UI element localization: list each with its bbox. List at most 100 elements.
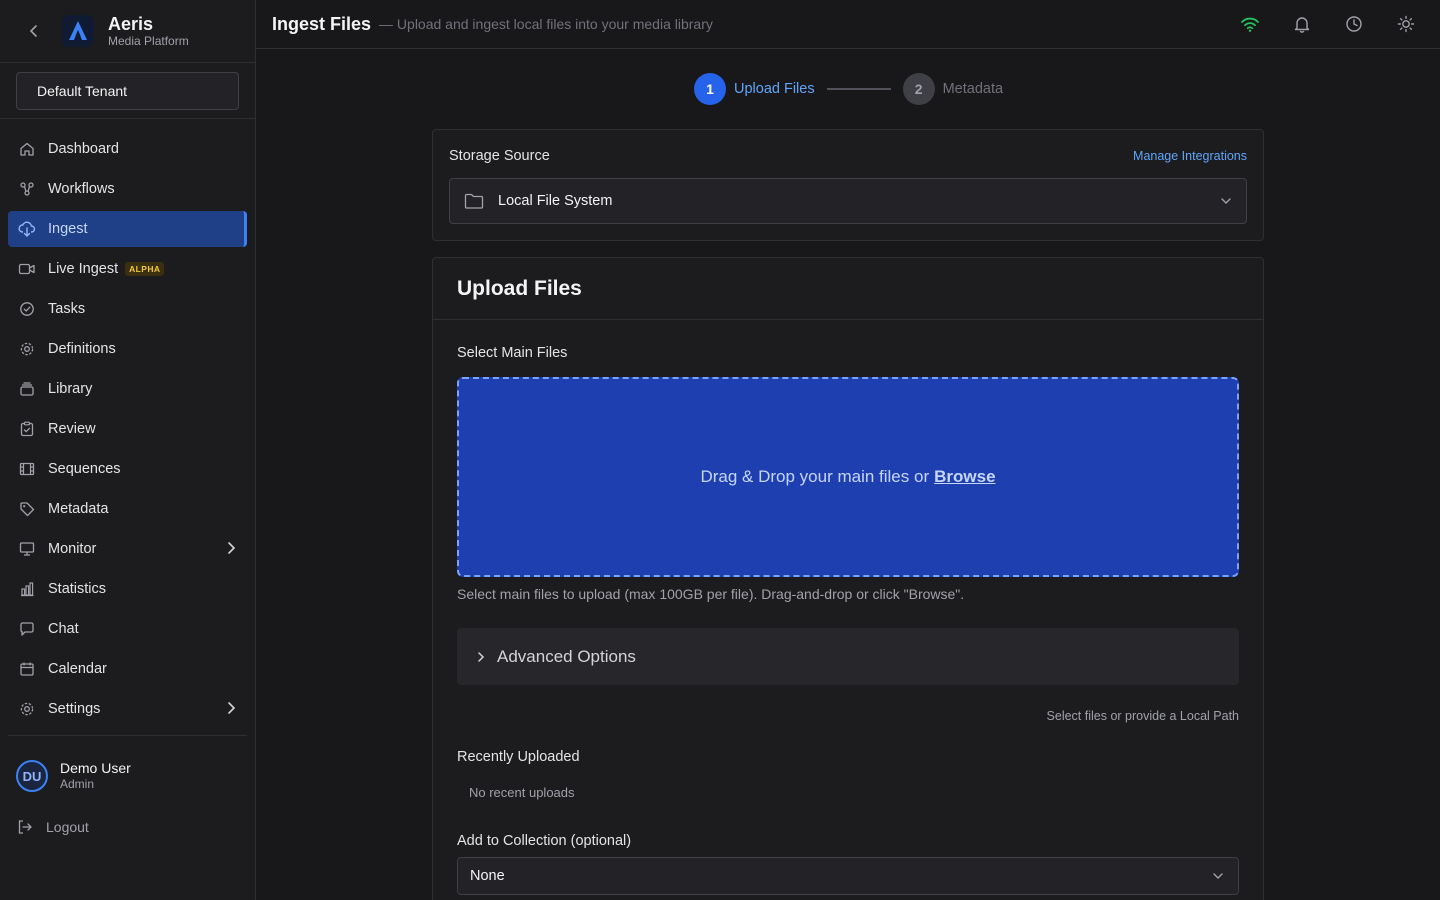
sidebar-item-chat[interactable]: Chat xyxy=(8,611,247,647)
sidebar-nav: Dashboard Workflows Ingest Live Ingest A… xyxy=(0,119,255,727)
sidebar-item-label: Tasks xyxy=(48,301,86,317)
sidebar-item-library[interactable]: Library xyxy=(8,371,247,407)
monitor-icon xyxy=(18,540,36,558)
chat-icon xyxy=(18,620,36,638)
sidebar-item-metadata[interactable]: Metadata xyxy=(8,491,247,527)
collection-label: Add to Collection (optional) xyxy=(457,833,632,849)
chevron-right-icon xyxy=(223,540,239,560)
dropzone-text: Drag & Drop your main files or xyxy=(700,467,930,486)
local-path-hint: Select files or provide a Local Path xyxy=(1046,709,1239,723)
no-recent-uploads: No recent uploads xyxy=(469,785,575,800)
sidebar-item-label: Chat xyxy=(48,621,79,637)
home-icon xyxy=(18,140,36,158)
sidebar-item-label: Review xyxy=(48,421,96,437)
chevron-down-icon xyxy=(1210,868,1226,884)
sidebar-item-label: Statistics xyxy=(48,581,107,597)
sidebar-item-dashboard[interactable]: Dashboard xyxy=(8,131,247,167)
chevron-right-icon xyxy=(223,700,239,720)
theme-toggle[interactable] xyxy=(1394,12,1418,36)
history-button[interactable] xyxy=(1342,12,1366,36)
logout-icon xyxy=(16,818,34,836)
workflow-icon xyxy=(18,180,36,198)
sidebar-item-label: Library xyxy=(48,381,93,397)
step-connector xyxy=(826,88,891,90)
sidebar-item-ingest[interactable]: Ingest xyxy=(8,211,247,247)
sidebar-item-live-ingest[interactable]: Live Ingest ALPHA xyxy=(8,251,247,287)
bell-icon xyxy=(1294,17,1310,33)
divider xyxy=(8,735,247,736)
sidebar-item-workflows[interactable]: Workflows xyxy=(8,171,247,207)
logout-button[interactable]: Logout xyxy=(16,818,89,836)
tenant-selector[interactable]: Default Tenant xyxy=(16,72,239,110)
step-1-label[interactable]: Upload Files xyxy=(734,81,815,97)
storage-source-select[interactable]: Local File System xyxy=(449,178,1247,224)
wifi-icon xyxy=(1241,17,1259,32)
upload-files-title: Upload Files xyxy=(457,276,582,300)
storage-source-card: Storage Source Manage Integrations Local… xyxy=(432,129,1264,241)
sidebar-item-settings[interactable]: Settings xyxy=(8,691,247,727)
gear-icon xyxy=(18,700,36,718)
chevron-right-icon xyxy=(478,651,485,662)
step-1-number[interactable]: 1 xyxy=(694,73,726,105)
sidebar-item-label: Definitions xyxy=(48,341,116,357)
sidebar-item-tasks[interactable]: Tasks xyxy=(8,291,247,327)
upload-hint: Select main files to upload (max 100GB p… xyxy=(457,586,965,602)
check-circle-icon xyxy=(18,300,36,318)
sidebar: Aeris Media Platform Default Tenant Dash… xyxy=(0,0,256,900)
chevron-left-icon xyxy=(29,25,37,37)
gear-icon xyxy=(18,340,36,358)
connection-status[interactable] xyxy=(1238,12,1262,36)
storage-source-label: Storage Source xyxy=(449,148,550,164)
avatar: DU xyxy=(16,760,48,792)
page-subtitle: — Upload and ingest local files into you… xyxy=(379,16,713,32)
manage-integrations-link[interactable]: Manage Integrations xyxy=(1133,149,1247,163)
logout-label: Logout xyxy=(46,819,89,835)
page-title: Ingest Files xyxy=(272,13,372,34)
advanced-options-toggle[interactable]: Advanced Options xyxy=(457,628,1239,685)
sidebar-item-review[interactable]: Review xyxy=(8,411,247,447)
film-icon xyxy=(18,460,36,478)
sidebar-item-label: Workflows xyxy=(48,181,115,197)
collection-select[interactable]: None xyxy=(457,857,1239,895)
tag-icon xyxy=(18,500,36,518)
alpha-badge: ALPHA xyxy=(125,262,165,276)
storage-source-value: Local File System xyxy=(498,193,613,209)
sidebar-item-label: Settings xyxy=(48,701,101,717)
step-2-number[interactable]: 2 xyxy=(902,73,935,105)
stepper: 1 Upload Files 2 Metadata xyxy=(694,73,1003,105)
sidebar-item-label: Monitor xyxy=(48,541,97,557)
user-name: Demo User xyxy=(60,760,131,776)
brand-header: Aeris Media Platform xyxy=(0,0,255,63)
sidebar-item-sequences[interactable]: Sequences xyxy=(8,451,247,487)
page-header: Ingest Files — Upload and ingest local f… xyxy=(256,0,1440,49)
step-2-label[interactable]: Metadata xyxy=(943,81,1003,97)
sidebar-item-label: Calendar xyxy=(48,661,107,677)
bar-chart-icon xyxy=(18,580,36,598)
browse-link[interactable]: Browse xyxy=(934,467,995,487)
sidebar-item-definitions[interactable]: Definitions xyxy=(8,331,247,367)
main-files-label: Select Main Files xyxy=(457,345,568,361)
file-dropzone[interactable]: Drag & Drop your main files or Browse xyxy=(457,377,1239,577)
sidebar-item-label: Live Ingest xyxy=(48,261,119,277)
sidebar-item-monitor[interactable]: Monitor xyxy=(8,531,247,567)
sidebar-item-label: Metadata xyxy=(48,501,109,517)
app-logo xyxy=(62,15,94,47)
folder-icon xyxy=(464,193,484,209)
cloud-download-icon xyxy=(18,220,36,238)
library-icon xyxy=(18,380,36,398)
notifications-button[interactable] xyxy=(1290,12,1314,36)
upload-files-card: Upload Files Select Main Files Drag & Dr… xyxy=(432,257,1264,900)
chevron-down-icon xyxy=(1218,193,1234,209)
recently-uploaded-label: Recently Uploaded xyxy=(457,749,580,765)
clock-icon xyxy=(1346,16,1362,32)
app-subtitle: Media Platform xyxy=(108,33,189,48)
back-button[interactable] xyxy=(22,19,46,43)
collection-value: None xyxy=(470,868,505,884)
sidebar-item-calendar[interactable]: Calendar xyxy=(8,651,247,687)
advanced-options-label: Advanced Options xyxy=(497,646,636,666)
user-role: Admin xyxy=(60,777,95,791)
sidebar-item-label: Sequences xyxy=(48,461,121,477)
app-name: Aeris xyxy=(108,13,154,34)
user-profile[interactable]: DU Demo User Admin xyxy=(16,760,131,792)
sidebar-item-statistics[interactable]: Statistics xyxy=(8,571,247,607)
